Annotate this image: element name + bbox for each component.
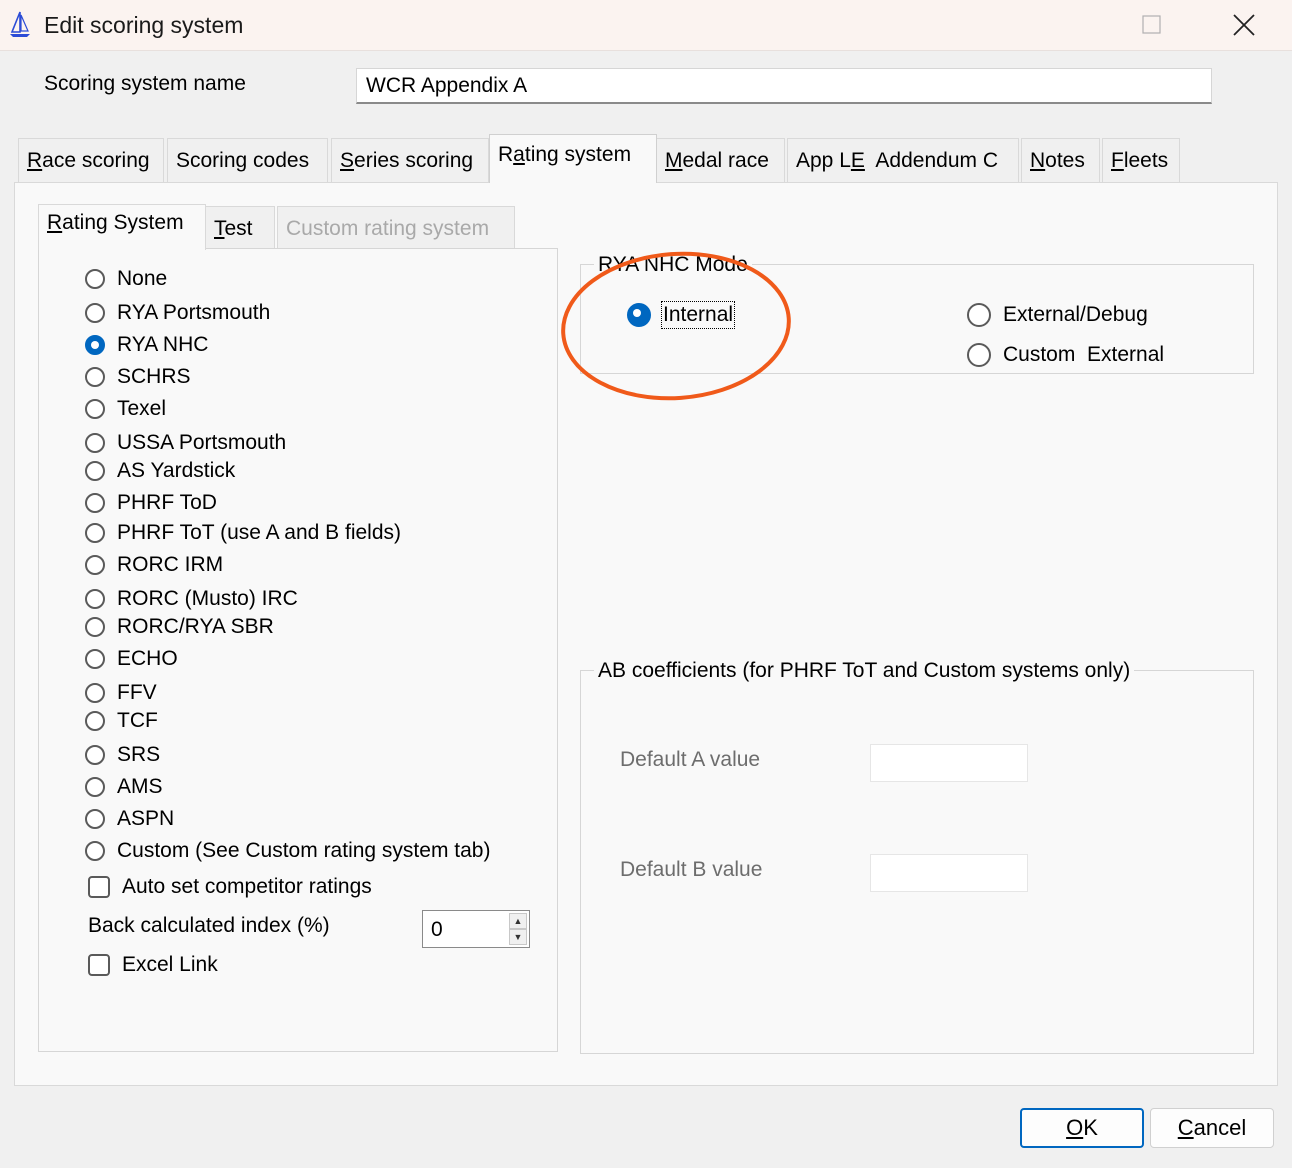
tab-notes[interactable]: Notes — [1021, 138, 1100, 182]
tab-race-scoring[interactable]: Race scoring — [18, 138, 164, 182]
inner-tab-custom-rating-system[interactable]: Custom rating system — [277, 206, 515, 250]
radio-ffv[interactable]: FFV — [85, 679, 157, 707]
radio-rorc-musto-irc-circle[interactable] — [85, 589, 105, 609]
inner-tab-test[interactable]: Test — [205, 206, 275, 250]
radio-phrf-tot-circle[interactable] — [85, 523, 105, 543]
tab-app-le-addendum-c[interactable]: App LE Addendum C — [787, 138, 1019, 182]
radio-tcf[interactable]: TCF — [85, 707, 158, 735]
radio-texel[interactable]: Texel — [85, 395, 166, 423]
radio-none-circle[interactable] — [85, 269, 105, 289]
default-a-label: Default A value — [620, 748, 761, 771]
tab-series-scoring[interactable]: Series scoring — [331, 138, 489, 182]
radio-phrf-tot[interactable]: PHRF ToT (use A and B fields) — [85, 519, 401, 547]
auto-set-ratings-box[interactable] — [88, 876, 110, 898]
radio-custom-external[interactable]: Custom External — [967, 341, 1164, 369]
default-b-input[interactable] — [870, 854, 1028, 892]
radio-ams-circle[interactable] — [85, 777, 105, 797]
auto-set-ratings-checkbox[interactable]: Auto set competitor ratings — [88, 873, 372, 901]
minimize-icon — [1055, 24, 1069, 26]
spin-down-button[interactable]: ▼ — [509, 929, 527, 945]
radio-echo[interactable]: ECHO — [85, 645, 178, 673]
spin-up-button[interactable]: ▲ — [509, 913, 527, 929]
default-a-input[interactable] — [870, 744, 1028, 782]
ab-coefficients-label: AB coefficients (for PHRF ToT and Custom… — [594, 659, 1135, 683]
radio-custom-circle[interactable] — [85, 841, 105, 861]
excel-link-box[interactable] — [88, 954, 110, 976]
radio-srs-circle[interactable] — [85, 745, 105, 765]
tab-fleets[interactable]: Fleets — [1102, 138, 1180, 182]
cancel-button[interactable]: Cancel — [1150, 1108, 1274, 1148]
back-calculated-index-label: Back calculated index (%) — [88, 914, 330, 937]
radio-rya-nhc[interactable]: RYA NHC — [85, 331, 208, 359]
radio-rorc-irm[interactable]: RORC IRM — [85, 551, 223, 579]
radio-as-yardstick[interactable]: AS Yardstick — [85, 457, 235, 485]
radio-as-yardstick-circle[interactable] — [85, 461, 105, 481]
title-bar: Edit scoring system — [0, 0, 1292, 51]
window-title: Edit scoring system — [44, 12, 244, 38]
radio-phrf-tod[interactable]: PHRF ToD — [85, 489, 217, 517]
close-icon — [1233, 14, 1255, 36]
tab-rating-system[interactable]: Rating system — [489, 134, 657, 183]
radio-custom-external-circle[interactable] — [967, 343, 991, 367]
radio-external-debug[interactable]: External/Debug — [967, 301, 1148, 329]
radio-custom[interactable]: Custom (See Custom rating system tab) — [85, 837, 490, 865]
triangle-up-icon: ▲ — [513, 916, 523, 926]
maximize-icon — [1142, 15, 1161, 34]
radio-rorc-rya-sbr-circle[interactable] — [85, 617, 105, 637]
scoring-system-name-label: Scoring system name — [44, 72, 246, 95]
radio-phrf-tod-circle[interactable] — [85, 493, 105, 513]
radio-ussa-portsmouth-circle[interactable] — [85, 433, 105, 453]
radio-rya-portsmouth[interactable]: RYA Portsmouth — [85, 299, 270, 327]
radio-rya-portsmouth-circle[interactable] — [85, 303, 105, 323]
radio-rorc-musto-irc[interactable]: RORC (Musto) IRC — [85, 585, 298, 613]
default-b-label: Default B value — [620, 858, 763, 881]
back-calculated-index-value[interactable]: 0 — [431, 918, 443, 942]
radio-schrs-circle[interactable] — [85, 367, 105, 387]
annotation-circle — [561, 251, 791, 401]
inner-tab-rating-system[interactable]: Rating System — [38, 204, 206, 250]
radio-rorc-irm-circle[interactable] — [85, 555, 105, 575]
radio-ussa-portsmouth[interactable]: USSA Portsmouth — [85, 429, 286, 457]
excel-link-checkbox[interactable]: Excel Link — [88, 951, 218, 979]
tab-scoring-codes[interactable]: Scoring codes — [167, 138, 328, 182]
radio-aspn[interactable]: ASPN — [85, 805, 174, 833]
radio-rya-nhc-circle[interactable] — [85, 335, 105, 355]
tab-medal-race[interactable]: Medal race — [656, 138, 785, 182]
sailboat-icon — [10, 11, 30, 37]
radio-srs[interactable]: SRS — [85, 741, 160, 769]
radio-rorc-rya-sbr[interactable]: RORC/RYA SBR — [85, 613, 274, 641]
radio-texel-circle[interactable] — [85, 399, 105, 419]
radio-none[interactable]: None — [85, 265, 167, 293]
ok-button[interactable]: OK — [1020, 1108, 1144, 1148]
radio-ffv-circle[interactable] — [85, 683, 105, 703]
radio-external-debug-circle[interactable] — [967, 303, 991, 327]
scoring-system-name-input[interactable] — [356, 68, 1212, 104]
close-button[interactable] — [1198, 0, 1290, 50]
back-calculated-index-spinner[interactable]: 0 ▲ ▼ — [422, 910, 530, 948]
radio-echo-circle[interactable] — [85, 649, 105, 669]
radio-aspn-circle[interactable] — [85, 809, 105, 829]
triangle-down-icon: ▼ — [513, 932, 523, 942]
minimize-button[interactable] — [1016, 0, 1108, 50]
maximize-button[interactable] — [1106, 0, 1198, 50]
radio-tcf-circle[interactable] — [85, 711, 105, 731]
radio-ams[interactable]: AMS — [85, 773, 163, 801]
radio-schrs[interactable]: SCHRS — [85, 363, 191, 391]
